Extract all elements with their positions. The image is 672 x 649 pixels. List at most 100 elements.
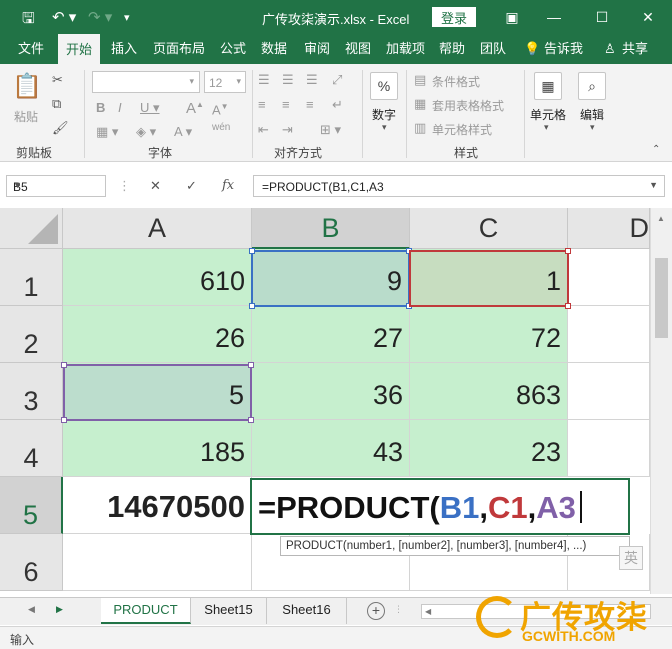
tab-file[interactable]: 文件 — [18, 34, 44, 64]
cell-b5-editor[interactable]: =PRODUCT(B1,C1,A3 — [250, 478, 630, 535]
column-header-b[interactable]: B — [252, 208, 410, 249]
cells-icon[interactable]: ▦ — [534, 72, 562, 100]
phonetic-icon[interactable]: wén — [212, 122, 230, 133]
vertical-scrollbar[interactable]: ▲ — [650, 208, 672, 594]
customize-toolbar-icon[interactable]: ▾ — [124, 11, 130, 24]
cancel-icon[interactable]: ✕ — [150, 178, 161, 194]
formula-input[interactable]: =PRODUCT(B1,C1,A3 ▼ — [253, 175, 665, 197]
row-header-1[interactable]: 1 — [0, 249, 63, 306]
row-header-5[interactable]: 5 — [0, 477, 63, 534]
undo-icon[interactable]: ↶ ▾ — [52, 8, 76, 26]
conditional-format-icon[interactable]: ▤ — [414, 72, 426, 88]
chevron-down-icon[interactable]: ▾ — [382, 122, 387, 133]
scroll-thumb[interactable] — [655, 258, 668, 338]
expand-formula-icon[interactable]: ▼ — [649, 180, 658, 190]
underline-icon[interactable]: U ▾ — [140, 100, 160, 116]
align-right-icon[interactable]: ≡ — [306, 97, 314, 112]
row-header-2[interactable]: 2 — [0, 306, 63, 363]
name-box[interactable]: B5 ▼ — [6, 175, 106, 197]
cell-a4[interactable]: 185 — [63, 420, 252, 477]
cell-d3[interactable] — [568, 363, 650, 420]
save-icon[interactable]: 🖫 — [22, 8, 35, 33]
cell-a5[interactable]: 14670500 — [63, 477, 252, 534]
row-header-3[interactable]: 3 — [0, 363, 63, 420]
sheet-tab-sheet16[interactable]: Sheet16 — [267, 598, 347, 624]
conditional-format-button[interactable]: 条件格式 — [432, 73, 480, 90]
format-painter-icon[interactable]: 🖌 — [52, 120, 69, 136]
cell-c4[interactable]: 23 — [410, 420, 568, 477]
table-format-icon[interactable]: ▦ — [414, 96, 426, 112]
decrease-indent-icon[interactable]: ⇤ — [258, 122, 269, 138]
merge-icon[interactable]: ⊞ ▾ — [320, 122, 341, 138]
cell-d4[interactable] — [568, 420, 650, 477]
cell-d1[interactable] — [568, 249, 650, 306]
tell-me-box[interactable]: 告诉我 — [544, 34, 583, 64]
font-color-icon[interactable]: A ▾ — [174, 124, 192, 140]
search-icon[interactable]: ⌕ — [578, 72, 606, 100]
cell-a1[interactable]: 610 — [63, 249, 252, 306]
cell-b3[interactable]: 36 — [252, 363, 410, 420]
ime-indicator[interactable]: 英 — [619, 546, 643, 570]
cut-icon[interactable]: ✂ — [52, 72, 63, 88]
login-button[interactable]: 登录 — [432, 7, 476, 27]
tab-help[interactable]: 帮助 — [439, 34, 465, 64]
row-header-6[interactable]: 6 — [0, 534, 63, 591]
add-sheet-icon[interactable]: + — [367, 602, 385, 620]
minimize-icon[interactable]: — — [542, 6, 566, 28]
wrap-text-icon[interactable]: ↵ — [332, 97, 343, 113]
editing-button[interactable]: 编辑 — [580, 106, 604, 123]
column-header-a[interactable]: A — [63, 208, 252, 249]
chevron-down-icon[interactable]: ▾ — [590, 122, 595, 133]
scroll-up-icon[interactable]: ▲ — [657, 214, 665, 223]
row-header-4[interactable]: 4 — [0, 420, 63, 477]
tab-page-layout[interactable]: 页面布局 — [153, 34, 205, 64]
font-size-box[interactable]: 12 ▾ — [204, 71, 246, 93]
font-shrink-icon[interactable]: A▼ — [212, 102, 229, 117]
tell-me-icon[interactable]: 💡 — [524, 34, 540, 64]
tab-formulas[interactable]: 公式 — [220, 34, 246, 64]
cell-a2[interactable]: 26 — [63, 306, 252, 363]
cell-d2[interactable] — [568, 306, 650, 363]
tab-review[interactable]: 审阅 — [304, 34, 330, 64]
cell-style-button[interactable]: 单元格样式 — [432, 121, 492, 138]
align-left-icon[interactable]: ≡ — [258, 97, 266, 112]
cell-b4[interactable]: 43 — [252, 420, 410, 477]
tab-view[interactable]: 视图 — [345, 34, 371, 64]
column-header-c[interactable]: C — [410, 208, 568, 249]
prev-sheet-icon[interactable]: ◀ — [28, 604, 35, 615]
table-format-button[interactable]: 套用表格格式 — [432, 97, 504, 114]
copy-icon[interactable]: ⧉ — [52, 96, 61, 112]
cell-c2[interactable]: 72 — [410, 306, 568, 363]
align-center-icon[interactable]: ≡ — [282, 97, 290, 112]
align-middle-icon[interactable]: ☰ — [282, 72, 294, 88]
sheet-tab-sheet15[interactable]: Sheet15 — [191, 598, 267, 624]
align-top-icon[interactable]: ☰ — [258, 72, 270, 88]
share-button[interactable]: 共享 — [622, 34, 648, 64]
tab-insert[interactable]: 插入 — [111, 34, 137, 64]
select-all-corner[interactable] — [0, 208, 63, 249]
cells-button[interactable]: 单元格 — [530, 106, 566, 123]
insert-function-icon[interactable]: fx — [222, 178, 234, 193]
ribbon-display-icon[interactable]: ▣ — [500, 6, 524, 28]
share-icon[interactable]: ♙ — [604, 34, 616, 64]
tab-addins[interactable]: 加载项 — [386, 34, 425, 64]
cell-style-icon[interactable]: ▥ — [414, 120, 426, 136]
italic-icon[interactable]: I — [118, 100, 122, 115]
collapse-ribbon-icon[interactable]: ⌃ — [652, 144, 660, 155]
function-tooltip[interactable]: PRODUCT(number1, [number2], [number3], [… — [280, 536, 630, 556]
border-icon[interactable]: ▦ ▾ — [96, 124, 118, 140]
close-icon[interactable]: ✕ — [636, 6, 660, 28]
sheet-tab-product[interactable]: PRODUCT — [101, 598, 191, 624]
paste-icon[interactable]: 📋 — [12, 72, 42, 101]
next-sheet-icon[interactable]: ▶ — [56, 604, 63, 615]
tab-data[interactable]: 数据 — [261, 34, 287, 64]
increase-indent-icon[interactable]: ⇥ — [282, 122, 293, 138]
tab-team[interactable]: 团队 — [480, 34, 506, 64]
number-format-button[interactable]: 数字 — [372, 106, 396, 123]
fill-color-icon[interactable]: ◈ ▾ — [136, 124, 156, 140]
cell-b2[interactable]: 27 — [252, 306, 410, 363]
maximize-icon[interactable]: ☐ — [590, 6, 614, 28]
chevron-down-icon[interactable]: ▾ — [544, 122, 549, 133]
align-bottom-icon[interactable]: ☰ — [306, 72, 318, 88]
orientation-icon[interactable]: ⤢ — [332, 72, 342, 88]
